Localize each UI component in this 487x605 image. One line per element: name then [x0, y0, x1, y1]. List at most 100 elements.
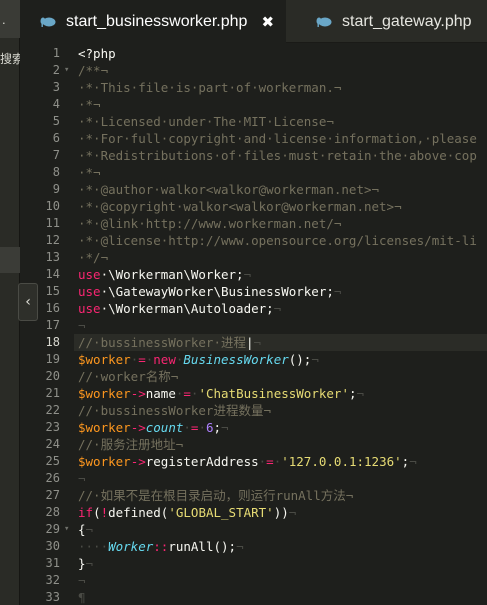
line-number: 18 [45, 335, 60, 349]
code-line[interactable]: //·服务注册地址¬ [78, 436, 183, 453]
code-line[interactable]: ·*·Redistributions·of·files·must·retain·… [78, 147, 477, 164]
code-token: ·*·@copyright·walkor<walkor@workerman.ne… [78, 199, 402, 214]
fold-arrow-icon[interactable]: ▾ [64, 521, 74, 538]
line-number: 27 [45, 488, 60, 502]
elephant-php-icon [40, 16, 56, 28]
code-token: '127.0.0.1:1236' [281, 454, 402, 469]
line-number: 7 [52, 148, 60, 162]
line-number: 3 [52, 80, 60, 94]
code-line[interactable]: <?php [78, 45, 116, 62]
code-line[interactable]: use·\Workerman\Worker;¬ [78, 266, 251, 283]
code-line[interactable]: ·*¬ [78, 96, 101, 113]
code-token: //·bussinessWorker·进程 [78, 335, 246, 350]
code-token: ·*¬ [78, 165, 101, 180]
code-token: :: [153, 539, 169, 554]
code-line[interactable]: use·\GatewayWorker\BusinessWorker;¬ [78, 283, 341, 300]
code-token: ···· [78, 539, 109, 554]
code-line[interactable]: ¬ [78, 470, 86, 487]
code-token: -> [130, 420, 146, 435]
line-number: 31 [45, 556, 60, 570]
code-line[interactable]: ¶ [78, 589, 86, 605]
code-line[interactable]: ·*·For·full·copyright·and·license·inform… [78, 130, 477, 147]
code-token: ¬ [273, 301, 282, 316]
code-line[interactable]: //·如果不是在根目录启动，则运行runAll方法¬ [78, 487, 353, 504]
line-number: 24 [45, 437, 60, 451]
fold-arrow-icon[interactable]: ▾ [64, 62, 74, 79]
line-number: 5 [52, 114, 60, 128]
line-number: 23 [45, 420, 60, 434]
code-token: $worker [78, 454, 131, 469]
code-token: { [78, 522, 86, 537]
code-token: ·*·This·file·is·part·of·workerman.¬ [78, 80, 342, 95]
sidebar-selected-item[interactable] [0, 247, 20, 273]
code-token: ·\Workerman\Autoloader; [100, 301, 274, 316]
line-number: 4 [52, 97, 60, 111]
code-line[interactable]: $worker->count·=·6;¬ [78, 419, 229, 436]
code-line[interactable]: ·*·@link·http://www.workerman.net/¬ [78, 215, 341, 232]
code-token: ¬ [85, 522, 94, 537]
line-number: 8 [52, 165, 60, 179]
code-token: registerAddress [145, 454, 259, 469]
code-line[interactable]: ·*·This·file·is·part·of·workerman.¬ [78, 79, 341, 96]
code-token: (); [288, 352, 312, 367]
line-number: 11 [45, 216, 60, 230]
line-number: 21 [45, 386, 60, 400]
code-line[interactable]: }¬ [78, 555, 93, 572]
line-number-gutter: 1 2 ▾ 3 4 5 6 7 8 9 10 11 12 13 14 15 16 17 18 19 20 21 22 23 24… [20, 43, 74, 605]
code-token: use [78, 284, 101, 299]
code-token: ·*·@license·http://www.opensource.org/li… [78, 233, 477, 248]
code-token: ¬ [78, 471, 86, 486]
code-token: )) [273, 505, 289, 520]
code-line[interactable]: ·*/¬ [78, 249, 108, 266]
code-token: ¬ [356, 386, 365, 401]
code-editor[interactable]: <?php /**¬ ·*·This·file·is·part·of·workerm… [74, 43, 487, 605]
code-token: //·服务注册地址¬ [78, 437, 184, 452]
code-token: ·*·@link·http://www.workerman.net/¬ [78, 216, 342, 231]
tab-bar: start_businessworker.php ✖ start_gateway… [20, 0, 487, 43]
code-line[interactable]: if(!defined('GLOBAL_START'))¬ [78, 504, 296, 521]
code-line[interactable]: use·\Workerman\Autoloader;¬ [78, 300, 281, 317]
code-token: ( [93, 505, 101, 520]
code-line[interactable]: ¬ [78, 317, 86, 334]
close-icon[interactable]: ✖ [261, 13, 274, 31]
code-token: Worker [108, 539, 154, 554]
tab-start-businessworker[interactable]: start_businessworker.php ✖ [20, 0, 286, 43]
code-line[interactable]: //·bussinessWorker进程数量¬ [78, 402, 271, 419]
code-line[interactable]: ·*·@license·http://www.opensource.org/li… [78, 232, 477, 249]
line-number: 6 [52, 131, 60, 145]
code-line[interactable]: //·worker名称¬ [78, 368, 178, 385]
code-token: | [246, 335, 254, 350]
code-token: ·\GatewayWorker\BusinessWorker; [100, 284, 334, 299]
code-token: · [183, 420, 191, 435]
code-token: ¬ [253, 335, 262, 350]
code-line[interactable]: {¬ [78, 521, 93, 538]
code-token: count [145, 420, 184, 435]
collapse-sidebar-button[interactable]: ‹ [18, 283, 38, 321]
line-number: 9 [52, 182, 60, 196]
code-token: ¬ [409, 454, 417, 469]
code-line[interactable]: ·*¬ [78, 164, 101, 181]
code-token: ¬ [333, 284, 342, 299]
code-line[interactable]: $worker->name·=·'ChatBusinessWorker';¬ [78, 385, 364, 402]
tab-start-gateway[interactable]: start_gateway.php [296, 0, 487, 43]
code-line[interactable]: ·*·@copyright·walkor<walkor@workerman.ne… [78, 198, 402, 215]
code-line[interactable]: /**¬ [78, 62, 108, 79]
elephant-php-icon [316, 16, 332, 28]
code-token: -> [130, 454, 146, 469]
code-line[interactable]: ·*·Licensed·under·The·MIT·License¬ [78, 113, 334, 130]
code-token: ·\Workerman\Worker; [100, 267, 244, 282]
line-number: 13 [45, 250, 60, 264]
sidebar-search-button[interactable]: 搜索 [0, 48, 20, 70]
code-token: defined( [108, 505, 169, 520]
code-token: ·*/¬ [78, 250, 109, 265]
code-token: <?php [78, 46, 116, 61]
code-token: ·*¬ [78, 97, 101, 112]
code-line[interactable]: $worker·=·new·BusinessWorker();¬ [78, 351, 319, 368]
code-line[interactable]: ····Worker::runAll();¬ [78, 538, 244, 555]
code-line[interactable]: ·*·@author·walkor<walkor@workerman.net>¬ [78, 181, 379, 198]
code-line[interactable]: $worker->registerAddress·=·'127.0.0.1:12… [78, 453, 417, 470]
code-line[interactable]: //·bussinessWorker·进程|¬ [78, 334, 261, 351]
code-line[interactable]: ¬ [78, 572, 86, 589]
code-token: ·*·Licensed·under·The·MIT·License¬ [78, 114, 334, 129]
sidebar-header: . [0, 0, 20, 38]
